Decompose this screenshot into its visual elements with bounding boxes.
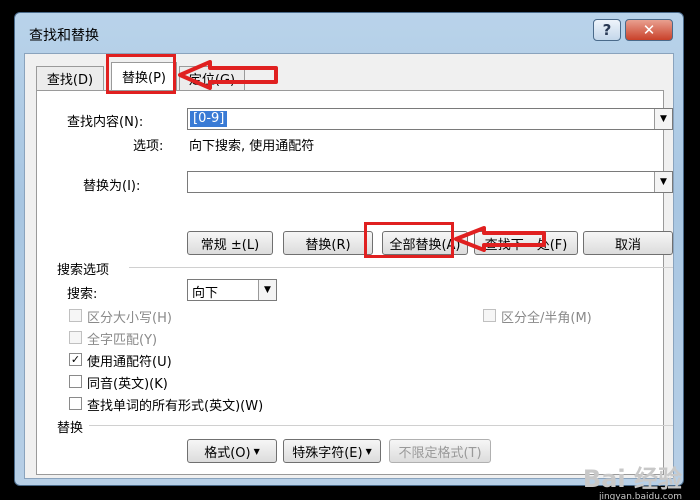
whole-word-label: 全字匹配(Y) [87, 333, 158, 348]
format-button[interactable]: 格式(O) ▼ [187, 439, 277, 463]
match-width-checkbox[interactable] [483, 309, 496, 322]
match-case-checkbox[interactable] [69, 309, 82, 322]
cancel-label: 取消 [614, 237, 641, 253]
close-icon: ✕ [642, 21, 656, 39]
match-width-label: 区分全/半角(M) [501, 311, 592, 326]
word-forms-label: 查找单词的所有形式(英文)(W) [87, 399, 264, 414]
sounds-like-checkbox[interactable] [69, 375, 82, 388]
help-button[interactable]: ? [593, 19, 621, 41]
options-value: 向下搜索, 使用通配符 [189, 139, 315, 154]
replace-button[interactable]: 替换(R) [283, 231, 373, 255]
no-format-button[interactable]: 不限定格式(T) [389, 439, 491, 463]
search-options-header: 搜索选项 [57, 263, 110, 278]
chevron-down-icon[interactable]: ▼ [258, 280, 276, 300]
format-label: 格式(O) [204, 445, 251, 461]
word-forms-checkbox[interactable] [69, 397, 82, 410]
wildcards-label: 使用通配符(U) [87, 355, 172, 370]
direction-value: 向下 [192, 286, 219, 301]
tab-replace-label: 替换(P) [122, 71, 166, 86]
wildcards-checkbox[interactable]: ✓ [69, 353, 82, 366]
close-button[interactable]: ✕ [625, 19, 673, 41]
chevron-down-icon: ▼ [365, 446, 372, 456]
more-button[interactable]: 常规 ±(L) [187, 231, 273, 255]
no-format-label: 不限定格式(T) [398, 445, 482, 461]
whole-word-checkbox[interactable] [69, 331, 82, 344]
replace-all-label: 全部替换(A) [389, 237, 461, 253]
tab-find[interactable]: 查找(D) [36, 66, 104, 90]
special-button[interactable]: 特殊字符(E) ▼ [283, 439, 381, 463]
watermark-logo: Bai 经验 [582, 465, 682, 493]
divider [129, 267, 673, 268]
replace-section-header: 替换 [57, 421, 84, 436]
help-icon: ? [602, 21, 612, 39]
chevron-down-icon: ▼ [253, 446, 260, 456]
find-input[interactable]: [0-9] ▼ [187, 108, 673, 130]
replace-panel: 查找内容(N): [0-9] ▼ 选项: 向下搜索, 使用通配符 替换为(I):… [36, 90, 673, 475]
direction-label: 搜索: [67, 287, 98, 302]
replace-button-label: 替换(R) [305, 237, 351, 253]
sounds-like-label: 同音(英文)(K) [87, 377, 168, 392]
find-value: [0-9] [190, 111, 228, 127]
chevron-down-icon[interactable]: ▼ [654, 109, 672, 129]
tab-find-label: 查找(D) [46, 73, 94, 88]
arrow-icon [454, 226, 546, 252]
watermark-url: jingyan.baidu.com [598, 492, 682, 500]
cancel-button[interactable]: 取消 [583, 231, 673, 255]
tab-replace[interactable]: 替换(P) [111, 62, 177, 90]
divider [89, 425, 673, 426]
dialog-client: 查找(D) 替换(P) 定位(G) 查找内容(N): [0-9] ▼ 选项: 向… [24, 53, 674, 479]
find-label: 查找内容(N): [67, 115, 144, 130]
chevron-down-icon[interactable]: ▼ [654, 172, 672, 192]
arrow-icon [178, 60, 278, 90]
replace-input[interactable]: ▼ [187, 171, 673, 193]
direction-select[interactable]: 向下 ▼ [187, 279, 277, 301]
find-replace-dialog: 查找和替换 ? ✕ 查找(D) 替换(P) 定位(G) 查找内容(N): [0-… [14, 12, 684, 486]
replace-label: 替换为(I): [83, 179, 141, 194]
more-button-label: 常规 ±(L) [200, 237, 260, 253]
options-label: 选项: [133, 139, 164, 154]
window-title: 查找和替换 [29, 28, 99, 44]
match-case-label: 区分大小写(H) [87, 311, 172, 326]
title-bar: 查找和替换 ? ✕ [15, 13, 683, 53]
special-label: 特殊字符(E) [292, 445, 363, 461]
check-icon: ✓ [70, 353, 81, 366]
